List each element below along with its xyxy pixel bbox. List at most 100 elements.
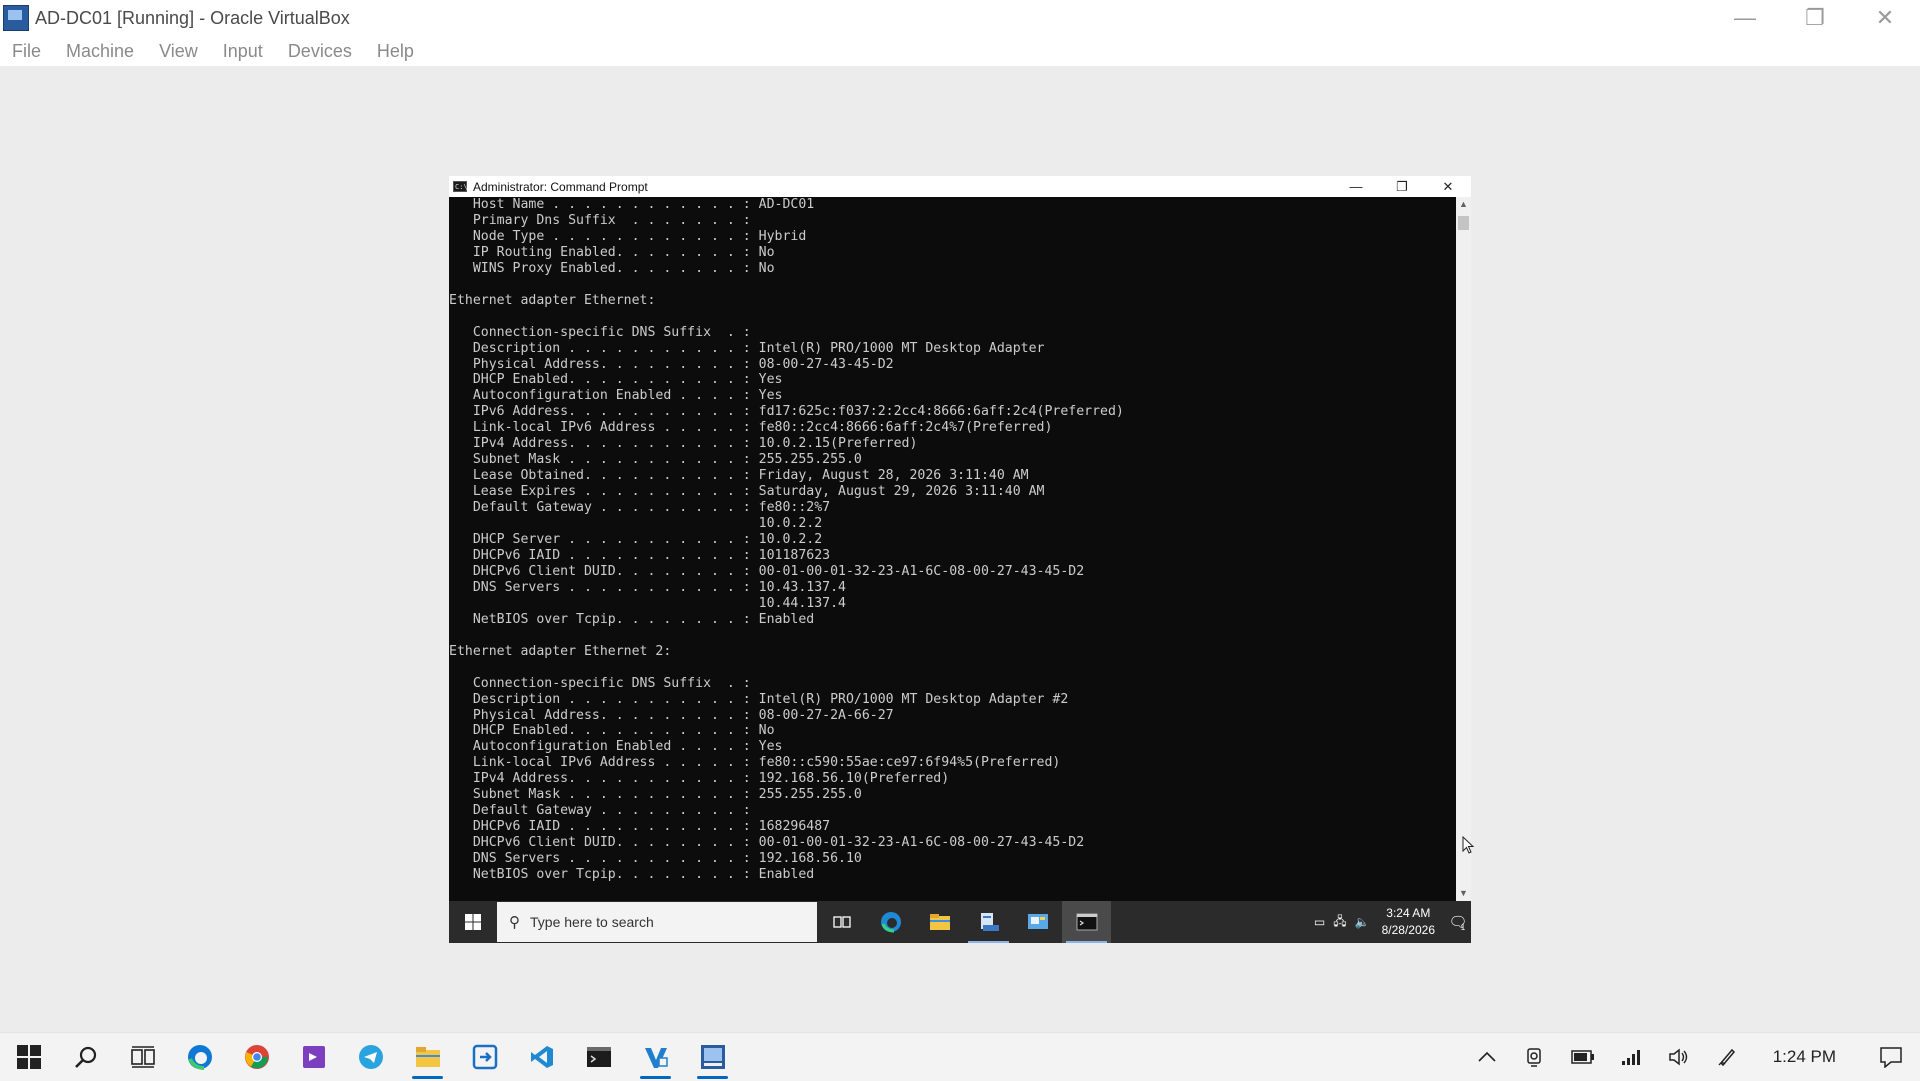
console-line: DHCPv6 Client DUID. . . . . . . . : 00-0…	[449, 563, 1085, 579]
windows-logo-icon	[465, 914, 481, 930]
guest-control-panel-button[interactable]	[1013, 901, 1062, 943]
guest-notification-button[interactable]: 🗨 1	[1445, 901, 1471, 943]
guest-display[interactable]: C:\ Administrator: Command Prompt — ❐ ✕ …	[449, 176, 1471, 943]
host-virtualbox-manager-button[interactable]	[627, 1033, 684, 1081]
cmd-app-icon: C:\	[453, 181, 468, 192]
menu-file[interactable]: File	[12, 41, 41, 62]
pen-icon	[1718, 1048, 1735, 1067]
volume-tray-button[interactable]	[1655, 1033, 1703, 1081]
guest-server-manager-button[interactable]	[964, 901, 1013, 943]
remote-desktop-icon	[472, 1044, 497, 1070]
network-icon[interactable]: 🖧	[1333, 912, 1346, 933]
host-taskbar: 1:24 PM	[0, 1032, 1920, 1081]
virtualbox-icon	[3, 5, 29, 31]
guest-start-button[interactable]	[449, 901, 497, 943]
running-indicator	[640, 1076, 671, 1079]
console-line: DHCP Enabled. . . . . . . . . . . : No	[449, 723, 775, 739]
console-scrollbar[interactable]: ▲ ▼	[1456, 197, 1471, 901]
menu-devices[interactable]: Devices	[288, 41, 352, 62]
start-icon	[16, 1045, 41, 1069]
console-line: IPv4 Address. . . . . . . . . . . : 10.0…	[449, 436, 918, 452]
cmd-titlebar[interactable]: C:\ Administrator: Command Prompt — ❐ ✕	[449, 176, 1471, 197]
console-line: IPv4 Address. . . . . . . . . . . : 192.…	[449, 771, 950, 787]
close-button[interactable]: ✕	[1850, 0, 1920, 36]
console-line: Physical Address. . . . . . . . . : 08-0…	[449, 356, 894, 372]
window-title: AD-DC01 [Running] - Oracle VirtualBox	[35, 7, 350, 28]
edge-icon	[187, 1045, 212, 1070]
cmd-window-controls: — ❐ ✕	[1333, 176, 1471, 197]
camera-icon	[1526, 1048, 1541, 1067]
console-line: Link-local IPv6 Address . . . . . : fe80…	[449, 420, 1053, 436]
file-explorer-icon	[929, 914, 950, 930]
signal-icon	[1621, 1050, 1640, 1065]
console-line: Lease Expires . . . . . . . . . . : Satu…	[449, 484, 1045, 500]
console-line: DHCPv6 IAID . . . . . . . . . . . : 1011…	[449, 547, 831, 563]
host-telegram-button[interactable]	[342, 1033, 399, 1081]
guest-task-view-button[interactable]	[817, 901, 866, 943]
guest-file-explorer-button[interactable]	[915, 901, 964, 943]
visual-studio-icon	[302, 1046, 325, 1068]
guest-search-box[interactable]: ⚲ Type here to search	[497, 902, 817, 942]
guest-clock[interactable]: 3:24 AM 8/28/2026	[1382, 905, 1435, 939]
console-line: Ethernet adapter Ethernet 2:	[449, 643, 672, 659]
host-virtualbox-vm-button[interactable]	[684, 1033, 741, 1081]
console-line: Subnet Mask . . . . . . . . . . . : 255.…	[449, 452, 862, 468]
guest-command-prompt-button[interactable]	[1062, 901, 1111, 943]
guest-edge-button[interactable]	[866, 901, 915, 943]
scroll-thumb[interactable]	[1458, 216, 1469, 230]
host-task-view-button[interactable]	[114, 1033, 171, 1081]
console-line: WINS Proxy Enabled. . . . . . . . : No	[449, 260, 775, 276]
console-line: Description . . . . . . . . . . . : Inte…	[449, 340, 1045, 356]
host-notification-button[interactable]	[1862, 1033, 1920, 1081]
guest-taskbar: ⚲ Type here to search ▭ 🖧 🔈 3:24 AM 8/28…	[449, 901, 1471, 943]
battery-icon[interactable]: ▭	[1314, 915, 1325, 929]
virtualbox-vm-icon	[700, 1045, 725, 1069]
host-chrome-button[interactable]	[228, 1033, 285, 1081]
task-view-icon	[832, 916, 851, 928]
minimize-button[interactable]: —	[1710, 0, 1780, 36]
wifi-tray-button[interactable]	[1607, 1033, 1655, 1081]
vscode-icon	[530, 1046, 553, 1068]
console-line: DHCPv6 IAID . . . . . . . . . . . : 1682…	[449, 819, 831, 835]
menu-view[interactable]: View	[159, 41, 198, 62]
host-vscode-button[interactable]	[513, 1033, 570, 1081]
host-terminal-button[interactable]	[570, 1033, 627, 1081]
control-panel-icon	[1027, 914, 1048, 929]
restore-button[interactable]: ❐	[1780, 0, 1850, 36]
console-text: Host Name . . . . . . . . . . . . : AD-D…	[449, 197, 1456, 883]
show-hidden-icons-button[interactable]	[1463, 1033, 1511, 1081]
camera-tray-button[interactable]	[1511, 1033, 1559, 1081]
host-edge-button[interactable]	[171, 1033, 228, 1081]
host-search-button[interactable]	[57, 1033, 114, 1081]
cmd-close-button[interactable]: ✕	[1425, 176, 1471, 197]
console-line: Ethernet adapter Ethernet:	[449, 292, 656, 308]
search-icon	[74, 1046, 96, 1068]
active-indicator	[968, 941, 1009, 943]
server-manager-icon	[980, 913, 999, 931]
host-visual-studio-button[interactable]	[285, 1033, 342, 1081]
menu-help[interactable]: Help	[377, 41, 414, 62]
battery-tray-button[interactable]	[1559, 1033, 1607, 1081]
console-output[interactable]: Host Name . . . . . . . . . . . . : AD-D…	[449, 197, 1456, 901]
task-view-icon	[130, 1046, 155, 1068]
menu-input[interactable]: Input	[223, 41, 263, 62]
host-remote-desktop-button[interactable]	[456, 1033, 513, 1081]
console-line: DHCP Server . . . . . . . . . . . : 10.0…	[449, 532, 823, 548]
console-line: Lease Obtained. . . . . . . . . . : Frid…	[449, 468, 1029, 484]
menu-bar: File Machine View Input Devices Help	[0, 36, 1920, 66]
edge-icon	[880, 912, 901, 933]
scroll-up-icon[interactable]: ▲	[1456, 197, 1471, 212]
pen-tray-button[interactable]	[1703, 1033, 1751, 1081]
cmd-restore-button[interactable]: ❐	[1379, 176, 1425, 197]
host-clock[interactable]: 1:24 PM	[1773, 1047, 1836, 1067]
console-line: Autoconfiguration Enabled . . . . : Yes	[449, 388, 783, 404]
host-start-button[interactable]	[0, 1033, 57, 1081]
scroll-down-icon[interactable]: ▼	[1456, 886, 1471, 901]
console-line: Host Name . . . . . . . . . . . . : AD-D…	[449, 197, 815, 212]
cmd-window-title: Administrator: Command Prompt	[473, 179, 648, 194]
cmd-minimize-button[interactable]: —	[1333, 176, 1379, 197]
menu-machine[interactable]: Machine	[66, 41, 134, 62]
volume-muted-icon[interactable]: 🔈	[1355, 915, 1370, 929]
host-file-explorer-button[interactable]	[399, 1033, 456, 1081]
console-line: NetBIOS over Tcpip. . . . . . . . : Enab…	[449, 867, 815, 883]
